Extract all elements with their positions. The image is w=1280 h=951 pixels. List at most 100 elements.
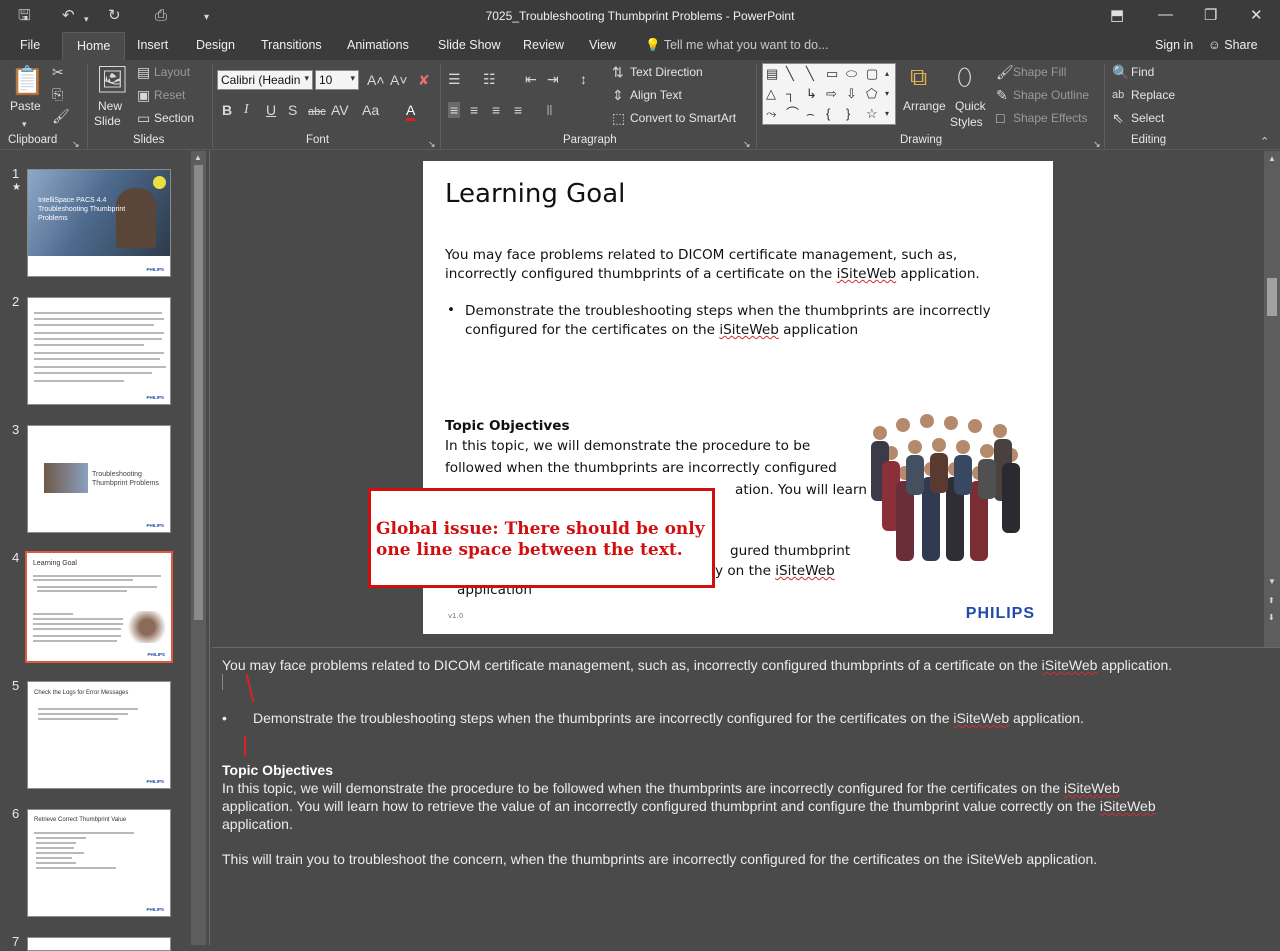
curve-shape-icon[interactable]: ⌒ (786, 107, 799, 121)
quick-styles-button[interactable]: Quick (955, 99, 986, 113)
scroll-up-icon[interactable]: ▲ (194, 153, 202, 162)
rounded-rectangle-shape-icon[interactable]: ▢ (866, 67, 878, 81)
decrease-indent-icon[interactable]: ⇤ (525, 71, 537, 87)
increase-font-size-icon[interactable]: A˄ (367, 72, 385, 88)
shape-outline-button[interactable]: Shape Outline (1013, 88, 1089, 102)
increase-indent-icon[interactable]: ⇥ (547, 71, 559, 87)
decrease-font-size-icon[interactable]: A˅ (390, 72, 408, 88)
review-callout-box[interactable]: Global issue: There should be only one l… (368, 488, 715, 588)
line-shape-icon[interactable]: ╲ (786, 67, 794, 81)
connector-shape-icon[interactable]: ↳ (806, 87, 817, 101)
layout-button[interactable]: Layout (154, 65, 190, 79)
ribbon-display-options-icon[interactable]: ⬒ (1110, 6, 1124, 24)
slide-thumbnail-1[interactable]: IntelliSpace PACS 4.4 Troubleshooting Th… (27, 169, 171, 277)
star-shape-icon[interactable]: ☆ (866, 107, 878, 121)
slide-thumbnail-2[interactable]: PHILIPS (27, 297, 171, 405)
brace-shape-icon[interactable]: } (846, 107, 850, 121)
reset-button[interactable]: Reset (154, 88, 185, 102)
find-button[interactable]: Find (1131, 65, 1154, 79)
more-shapes-icon[interactable]: ▾ (885, 107, 889, 121)
strikethrough-icon[interactable]: abc (308, 104, 326, 120)
text-direction-button[interactable]: Text Direction (630, 65, 703, 79)
shadow-icon[interactable]: S (288, 102, 297, 118)
close-icon[interactable]: ✕ (1250, 6, 1263, 24)
tab-slide-show[interactable]: Slide Show (438, 38, 501, 52)
font-launcher-icon[interactable]: ↘ (428, 136, 436, 152)
bullets-icon[interactable]: ☰ (448, 71, 461, 87)
tab-design[interactable]: Design (196, 38, 235, 52)
quick-styles-icon[interactable]: ⬯ (957, 64, 972, 92)
font-color-icon[interactable]: A (406, 102, 416, 121)
justify-icon[interactable]: ≡ (514, 102, 522, 118)
minimize-icon[interactable]: — (1158, 6, 1173, 23)
arc-shape-icon[interactable]: ⌢ (806, 107, 815, 121)
previous-slide-icon[interactable]: ⬆ (1268, 596, 1275, 605)
slide-thumbnail-6[interactable]: Retrieve Correct Thumbprint Value PHILIP… (27, 809, 171, 917)
clear-formatting-icon[interactable]: ✘ (418, 72, 430, 88)
tab-insert[interactable]: Insert (137, 38, 168, 52)
font-size-combo[interactable]: 10 ▾ (315, 70, 359, 90)
scrollbar-thumb[interactable] (1267, 278, 1277, 316)
arrange-icon[interactable]: ⧉ (910, 64, 927, 92)
font-name-combo[interactable]: Calibri (Headin ▾ (217, 70, 313, 90)
paragraph-launcher-icon[interactable]: ↘ (743, 136, 751, 152)
align-text-button[interactable]: Align Text (630, 88, 682, 102)
align-right-icon[interactable]: ≡ (492, 102, 500, 118)
line-shape-icon[interactable]: ╲ (806, 67, 814, 81)
triangle-shape-icon[interactable]: △ (766, 87, 776, 101)
align-center-icon[interactable]: ≡ (470, 102, 478, 118)
freeform-shape-icon[interactable]: ⤳ (766, 107, 776, 121)
slide-paragraph-1[interactable]: You may face problems related to DICOM c… (445, 246, 980, 284)
italic-icon[interactable]: I (244, 102, 249, 118)
connector-shape-icon[interactable]: ┐ (786, 87, 795, 101)
change-case-icon[interactable]: Aa (362, 102, 379, 118)
tab-transitions[interactable]: Transitions (261, 38, 322, 52)
drawing-launcher-icon[interactable]: ↘ (1093, 136, 1101, 152)
people-group-image[interactable] (855, 411, 1035, 566)
columns-icon[interactable]: Ⅱ (546, 102, 553, 118)
collapse-ribbon-icon[interactable]: ⌃ (1260, 134, 1269, 150)
scroll-down-icon[interactable]: ▼ (1268, 577, 1276, 586)
slide-bullet-1[interactable]: Demonstrate the troubleshooting steps wh… (465, 302, 991, 340)
scroll-up-icon[interactable]: ▲ (1268, 154, 1276, 163)
down-arrow-shape-icon[interactable]: ⇩ (846, 87, 857, 101)
scrollbar-thumb[interactable] (194, 165, 203, 620)
tab-file[interactable]: File (20, 38, 40, 52)
cut-icon[interactable]: ✂ (52, 64, 64, 80)
format-painter-icon[interactable]: 🖌 (52, 108, 70, 124)
slide-title[interactable]: Learning Goal (445, 179, 625, 209)
convert-smartart-button[interactable]: Convert to SmartArt (630, 111, 736, 125)
slide-thumbnail-5[interactable]: Check the Logs for Error Messages PHILIP… (27, 681, 171, 789)
quick-styles-button-line2[interactable]: Styles (950, 115, 983, 129)
restore-icon[interactable]: ❐ (1204, 6, 1217, 24)
select-button[interactable]: Select (1131, 111, 1164, 125)
line-spacing-icon[interactable]: ↕ (580, 71, 587, 87)
paste-dropdown-icon[interactable]: ▾ (22, 116, 27, 132)
thumbnail-scrollbar[interactable]: ▲ (191, 151, 206, 945)
tab-home[interactable]: Home (62, 32, 126, 60)
share-button[interactable]: ☺ Share (1208, 38, 1258, 52)
text-box-shape-icon[interactable]: ▤ (766, 67, 778, 81)
scroll-down-icon[interactable]: ▾ (885, 87, 889, 101)
slide-thumbnail-7[interactable] (27, 937, 171, 951)
next-slide-icon[interactable]: ⬇ (1268, 613, 1275, 622)
slide-scrollbar[interactable]: ▲ ▼ ⬆ ⬇ (1264, 151, 1280, 647)
numbering-icon[interactable]: ☷ (483, 71, 496, 87)
oval-shape-icon[interactable]: ⬭ (846, 67, 857, 81)
new-slide-icon[interactable]: 🖼 (96, 64, 129, 94)
tab-animations[interactable]: Animations (347, 38, 409, 52)
slide-thumbnail-3[interactable]: Troubleshooting Thumbprint Problems PHIL… (27, 425, 171, 533)
rectangle-shape-icon[interactable]: ▭ (826, 67, 838, 81)
shapes-gallery[interactable]: ▤ ╲ ╲ ▭ ⬭ ▢ △ ┐ ↳ ⇨ ⇩ ⬠ ⤳ ⌒ ⌢ { } ☆ ▴ ▾ … (762, 63, 896, 125)
new-slide-button[interactable]: New (98, 99, 122, 113)
paste-icon[interactable]: 📋 (10, 66, 45, 96)
sign-in-link[interactable]: Sign in (1155, 38, 1193, 52)
new-slide-button-line2[interactable]: Slide (94, 114, 121, 128)
shape-effects-button[interactable]: Shape Effects (1013, 111, 1088, 125)
character-spacing-icon[interactable]: AV (331, 102, 349, 118)
pentagon-shape-icon[interactable]: ⬠ (866, 87, 877, 101)
underline-icon[interactable]: U (266, 102, 276, 118)
replace-button[interactable]: Replace (1131, 88, 1175, 102)
scroll-up-icon[interactable]: ▴ (885, 67, 889, 81)
notes-pane[interactable]: You may face problems related to DICOM c… (212, 647, 1280, 945)
